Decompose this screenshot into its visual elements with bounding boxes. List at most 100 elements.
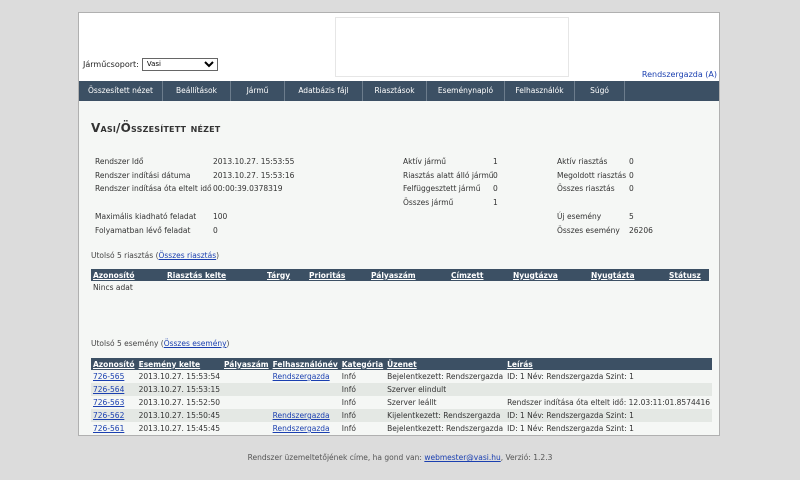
tab-adatbazis-fajl[interactable]: Adatbázis fájl (285, 81, 363, 101)
col-header-leiras[interactable]: Leírás (505, 358, 713, 370)
vehicle-group-select[interactable]: Vasi (141, 57, 218, 71)
col-header-uzenet[interactable]: Üzenet (385, 358, 506, 370)
event-message-cell: Szerver elindult (385, 383, 506, 396)
stat-label: Aktív jármű (403, 157, 447, 166)
event-description-cell (505, 383, 713, 396)
stat-value: 00:00:39.0378319 (213, 184, 283, 193)
event-date-cell: 2013.10.27. 15:52:50 (138, 398, 220, 407)
event-date-cell: 2013.10.27. 15:50:45 (136, 409, 222, 422)
stat-label: Új esemény (557, 212, 602, 221)
event-message-cell: Bejelentkezett: Rendszergazda (387, 424, 504, 433)
stat-label: Felfüggesztett jármű (403, 184, 481, 193)
stat-label: Összes riasztás (557, 184, 615, 193)
stat-value: 0 (629, 184, 634, 193)
col-header-kategoria[interactable]: Kategória (339, 358, 386, 370)
events-section-label: Utolsó 5 esemény (Összes esemény) (91, 339, 229, 348)
col-header-prioritas[interactable]: Prioritás (307, 269, 369, 281)
event-date-cell: 2013.10.27. 15:53:54 (138, 372, 220, 381)
stat-label: Rendszer indítása óta eltelt idő (95, 184, 212, 193)
event-message-cell: Bejelentkezett: Rendszergazda (387, 372, 504, 381)
event-user-cell: Rendszergazda (271, 422, 340, 435)
event-user-cell: Rendszergazda (270, 409, 340, 422)
tab-osszesitett-nezet[interactable]: Összesített nézet (79, 81, 163, 101)
stat-uj-esemeny: Új esemény 5 (557, 212, 634, 221)
stat-value: 5 (629, 212, 634, 221)
stat-value: 26206 (629, 226, 653, 235)
tab-sugo[interactable]: Súgó (575, 81, 625, 101)
event-id-cell: 726-563 (91, 396, 137, 409)
all-events-link[interactable]: Összes esemény (164, 339, 227, 348)
top-bar: Járműcsoport: Vasi Rendszergazda (A) (79, 13, 719, 81)
tab-beallitasok[interactable]: Beállítások (163, 81, 231, 101)
col-header-targy[interactable]: Tárgy (265, 269, 307, 281)
event-category-cell: Infó (341, 372, 356, 381)
col-header-azonosito[interactable]: Azonosító (91, 269, 165, 281)
tab-jarmu[interactable]: Jármű (231, 81, 285, 101)
event-id-link[interactable]: 726-561 (93, 424, 124, 433)
alarms-label-close: ) (216, 251, 220, 260)
footer-version: , Verzió: 1.2.3 (500, 453, 553, 462)
tab-felhasznalok[interactable]: Felhasználók (505, 81, 575, 101)
event-palyaszam-cell (222, 383, 271, 396)
table-row: 726-564 2013.10.27. 15:53:15 Infó Szerve… (91, 383, 713, 396)
alarms-label-text: Utolsó 5 riasztás ( (91, 251, 159, 260)
vehicle-group-selector: Járműcsoport: Vasi (83, 57, 218, 71)
stat-label: Megoldott riasztás (557, 171, 627, 180)
stat-value: 0 (493, 171, 498, 180)
stat-felfuggesztett: Felfüggesztett jármű 0 (403, 184, 498, 193)
stat-value: 100 (213, 212, 228, 221)
footer-text: Rendszer üzemeltetőjének címe, ha gond v… (247, 453, 422, 462)
col-header-palyaszam[interactable]: Pályaszám (222, 358, 271, 370)
current-user-link[interactable]: Rendszergazda (A) (642, 70, 717, 79)
table-row: 726-565 2013.10.27. 15:53:54 Rendszergaz… (91, 370, 712, 383)
event-description-cell: Rendszer indítása óta eltelt idő: 12.03:… (507, 398, 711, 407)
vehicle-group-label: Járműcsoport: (83, 59, 139, 69)
event-category-cell: Infó (341, 424, 356, 433)
stat-rendszer-ido: Rendszer Idő 2013.10.27. 15:53:55 (95, 157, 294, 166)
stat-inditasi-datum: Rendszer indítási dátuma 2013.10.27. 15:5… (95, 171, 294, 180)
stat-label: Folyamatban lévő feladat (95, 226, 191, 235)
col-header-nyugtazta[interactable]: Nyugtázta (589, 269, 667, 281)
stat-value: 2013.10.27. 15:53:16 (213, 171, 295, 180)
stat-osszes-riasztas: Összes riasztás 0 (557, 184, 634, 193)
all-alarms-link[interactable]: Összes riasztás (159, 251, 217, 260)
events-table: Azonosító Esemény kelte Pályaszám Felhas… (91, 358, 713, 435)
col-header-palyaszam[interactable]: Pályaszám (369, 269, 449, 281)
event-id-link[interactable]: 726-562 (93, 411, 124, 420)
event-id-link[interactable]: 726-563 (93, 398, 124, 407)
event-id-cell: 726-565 (91, 370, 137, 383)
col-header-azonosito[interactable]: Azonosító (91, 358, 137, 370)
col-header-nyugtazva[interactable]: Nyugtázva (511, 269, 589, 281)
event-user-link[interactable]: Rendszergazda (273, 411, 330, 420)
tab-riasztasok[interactable]: Riasztások (363, 81, 427, 101)
table-row: Nincs adat (91, 281, 709, 294)
webmaster-email-link[interactable]: webmester@vasi.hu (424, 453, 500, 462)
event-user-link[interactable]: Rendszergazda (273, 424, 330, 433)
col-header-statusz[interactable]: Státusz (667, 269, 709, 281)
page-title: Vasi/Összesített nézet (91, 121, 221, 135)
col-header-felhasznalonev[interactable]: Felhasználónév (270, 358, 340, 370)
col-header-esemeny-kelte[interactable]: Esemény kelte (136, 358, 222, 370)
col-header-cimzett[interactable]: Címzett (449, 269, 511, 281)
event-description-cell: ID: 1 Név: Rendszergazda Szint: 1 (507, 372, 634, 381)
stat-eltelt-ido: Rendszer indítása óta eltelt idő00:00:39… (95, 184, 282, 193)
table-row: 726-563 2013.10.27. 15:52:50 Infó Szerve… (91, 396, 712, 409)
event-message-cell: Szerver leállt (387, 398, 437, 407)
stat-value: 0 (493, 184, 498, 193)
event-user-cell (271, 396, 340, 409)
event-id-link[interactable]: 726-564 (93, 385, 124, 394)
stat-value: 0 (213, 226, 218, 235)
event-date-cell: 2013.10.27. 15:45:45 (138, 424, 220, 433)
stat-value: 0 (629, 157, 634, 166)
event-user-link[interactable]: Rendszergazda (273, 372, 330, 381)
event-id-link[interactable]: 726-565 (93, 372, 124, 381)
stat-aktiv-jarmu: Aktív jármű 1 (403, 157, 498, 166)
stat-osszes-esemeny: Összes esemény 26206 (557, 226, 653, 235)
tab-esemenynaplo[interactable]: Eseménynapló (427, 81, 505, 101)
stat-osszes-jarmu: Összes jármű 1 (403, 198, 498, 207)
col-header-riasztas-kelte[interactable]: Riasztás kelte (165, 269, 265, 281)
stat-label: Rendszer Idő (95, 157, 144, 166)
event-id-cell: 726-562 (91, 409, 137, 422)
page-footer: Rendszer üzemeltetőjének címe, ha gond v… (0, 453, 800, 462)
main-frame: Járműcsoport: Vasi Rendszergazda (A) Öss… (78, 12, 720, 436)
